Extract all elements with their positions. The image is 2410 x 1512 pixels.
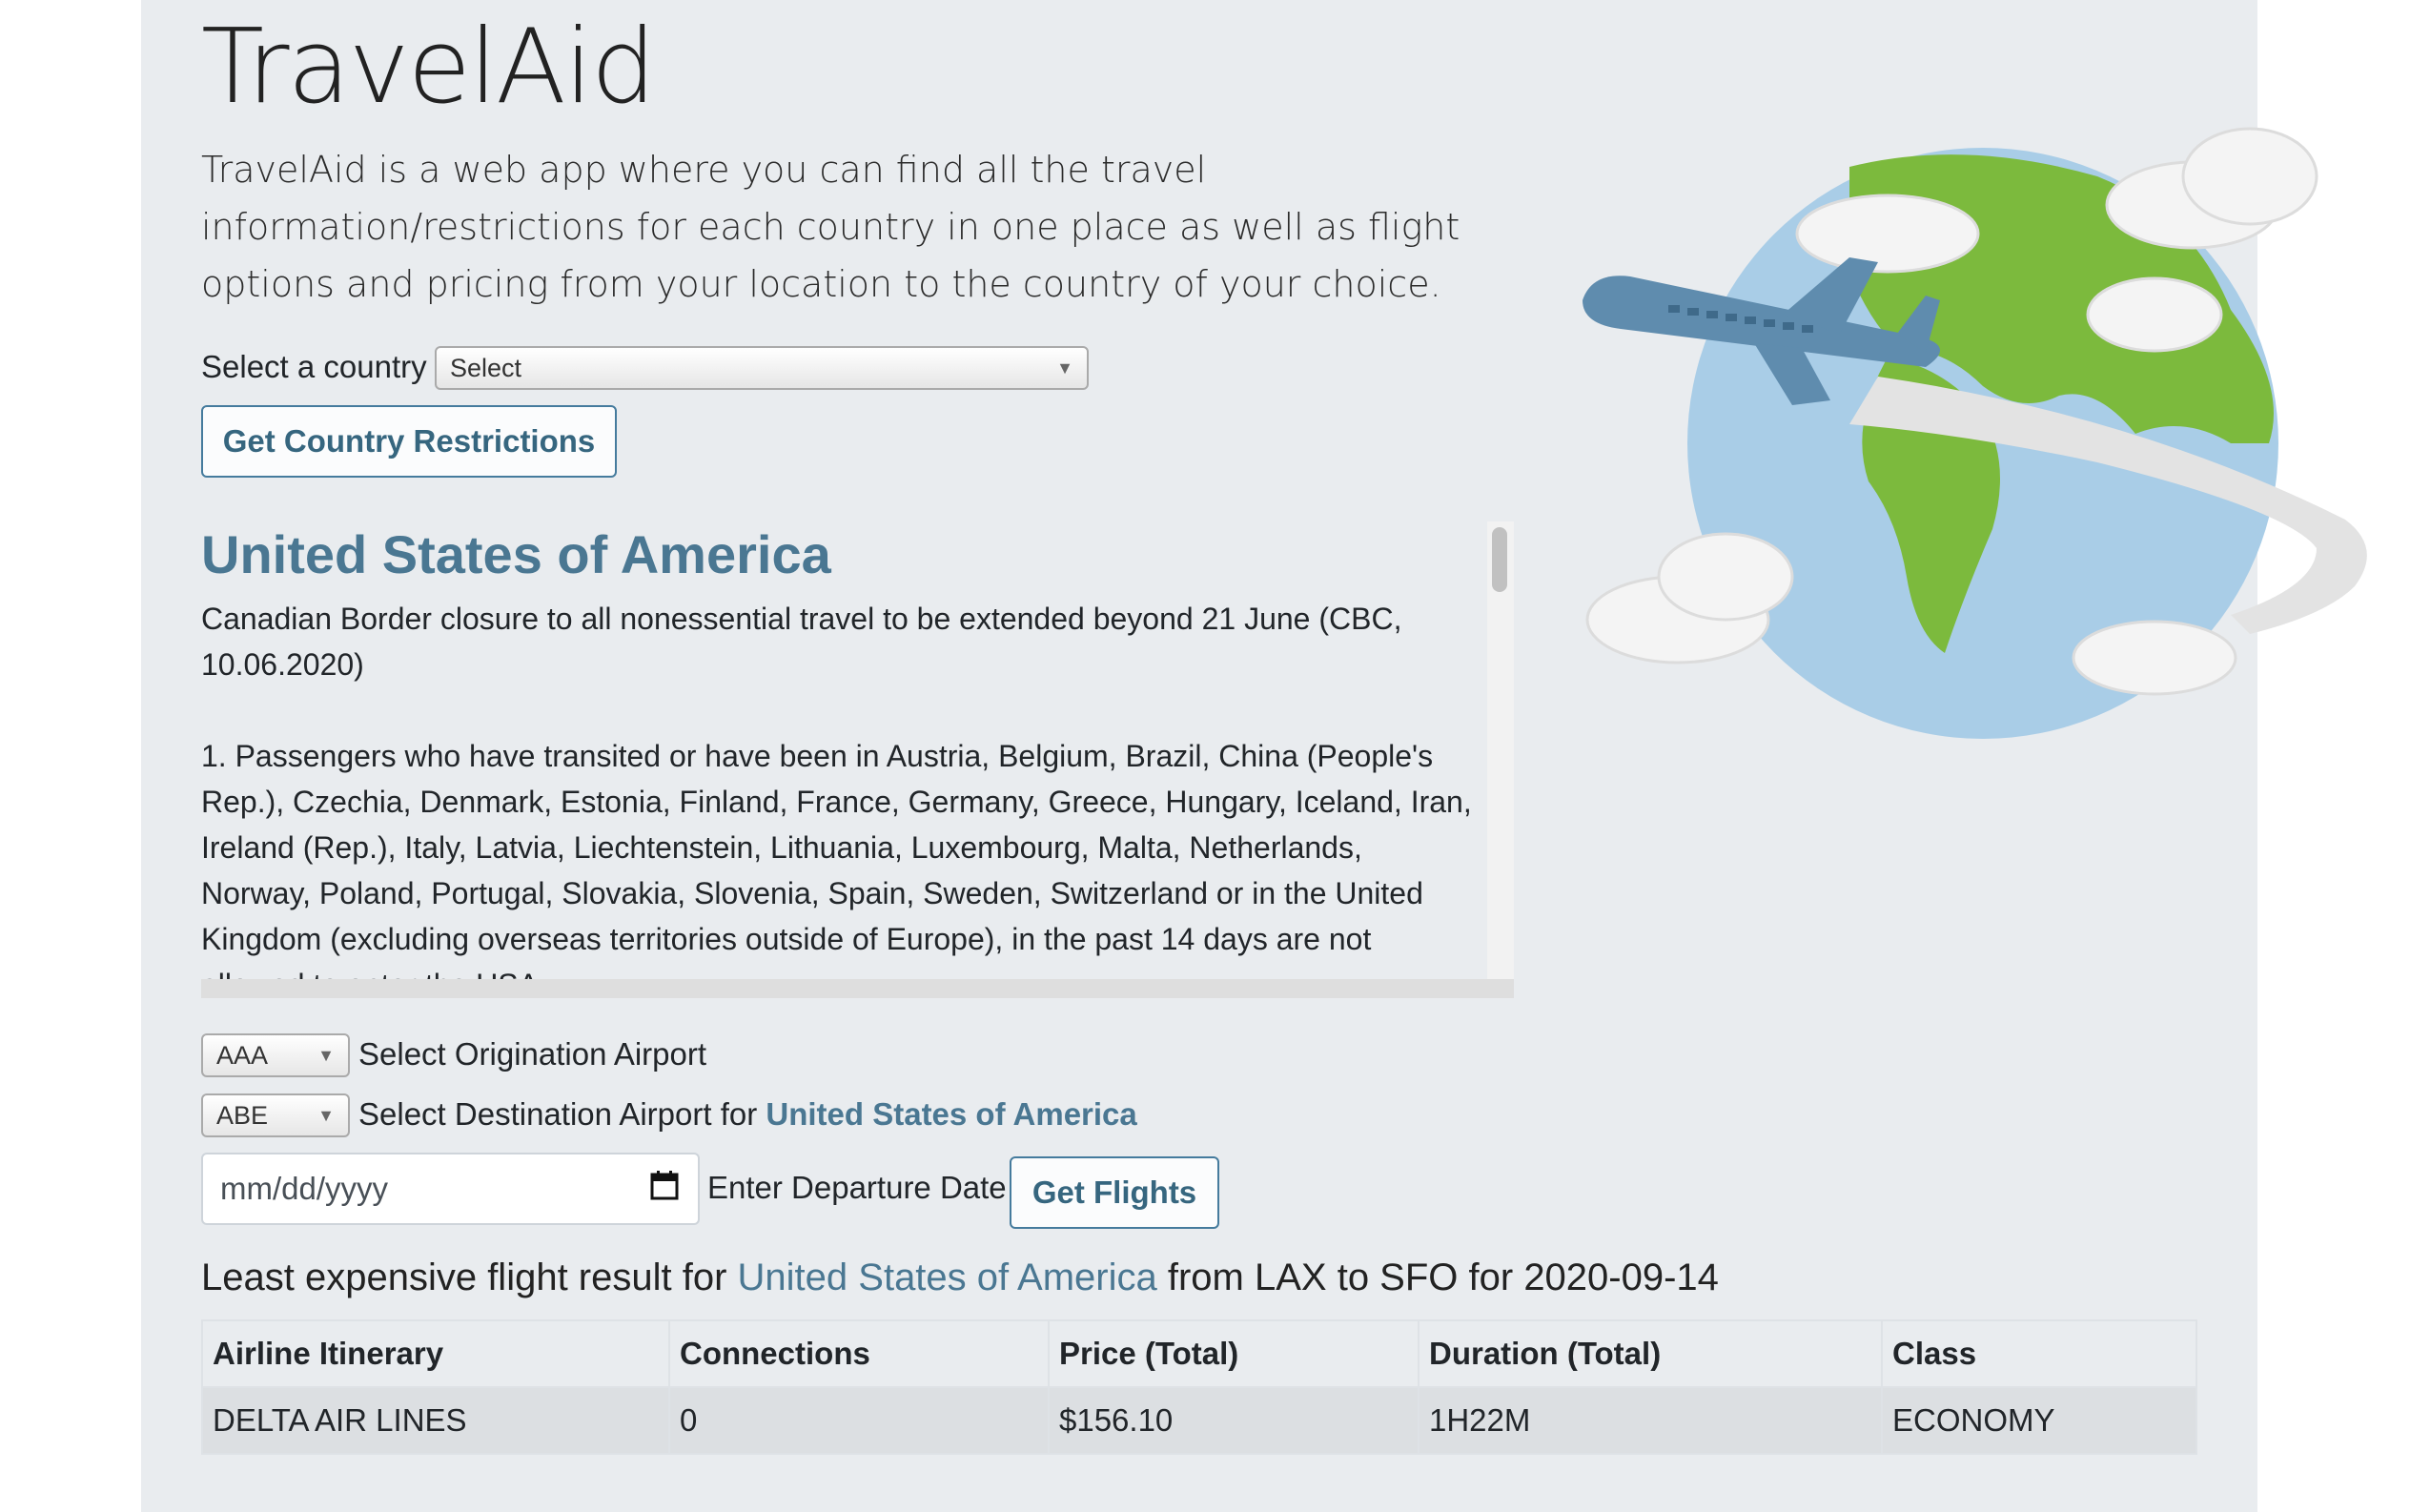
column-header: Duration (Total)	[1418, 1319, 1883, 1388]
table-header-row: Airline Itinerary Connections Price (Tot…	[201, 1319, 2197, 1388]
globe-airplane-illustration	[1583, 127, 2367, 739]
destination-airport-select[interactable]: ABE ▼	[201, 1093, 350, 1137]
destination-country: United States of America	[766, 1096, 1137, 1132]
result-suffix: from LAX to SFO for 2020-09-14	[1167, 1257, 1719, 1298]
restrictions-country-heading: United States of America	[201, 524, 831, 584]
get-flights-button[interactable]: Get Flights	[1010, 1156, 1219, 1229]
cell-airline: DELTA AIR LINES	[201, 1386, 670, 1455]
calendar-icon[interactable]	[650, 1170, 679, 1200]
restriction-paragraph: 1. Passengers who have transited or have…	[201, 739, 1472, 998]
destination-airport-value: ABE	[216, 1101, 269, 1130]
chevron-down-icon: ▼	[317, 1046, 335, 1065]
chevron-down-icon: ▼	[1056, 358, 1073, 378]
scrollbar-thumb[interactable]	[1492, 527, 1507, 592]
country-select[interactable]: Select ▼	[435, 346, 1089, 390]
chevron-down-icon: ▼	[317, 1106, 335, 1125]
column-header: Class	[1881, 1319, 2197, 1388]
destination-label-prefix: Select Destination Airport for	[358, 1096, 758, 1132]
flight-results-table: Airline Itinerary Connections Price (Tot…	[201, 1319, 2197, 1455]
restriction-paragraph: Canadian Border closure to all nonessent…	[201, 602, 1402, 682]
cell-class: ECONOMY	[1881, 1386, 2197, 1455]
flight-result-heading: Least expensive flight result for United…	[201, 1257, 1719, 1299]
cell-duration: 1H22M	[1418, 1386, 1883, 1455]
departure-date-label: Enter Departure Date	[707, 1170, 1007, 1205]
departure-date-placeholder: mm/dd/yyyy	[220, 1171, 389, 1206]
column-header: Price (Total)	[1048, 1319, 1419, 1388]
get-country-restrictions-button[interactable]: Get Country Restrictions	[201, 405, 617, 478]
destination-airport-label: Select Destination Airport for United St…	[358, 1096, 1137, 1133]
horizontal-scrollbar[interactable]	[201, 979, 1514, 998]
cell-price: $156.10	[1048, 1386, 1419, 1455]
app-description: TravelAid is a web app where you can fin…	[201, 149, 1460, 305]
origin-airport-label: Select Origination Airport	[358, 1036, 707, 1072]
origin-airport-select[interactable]: AAA ▼	[201, 1033, 350, 1077]
origin-airport-value: AAA	[216, 1041, 269, 1070]
restrictions-panel[interactable]: United States of America Canadian Border…	[201, 521, 1514, 998]
page-title: TravelAid	[201, 8, 656, 127]
restrictions-text: Canadian Border closure to all nonessent…	[201, 596, 1479, 998]
cell-connections: 0	[668, 1386, 1050, 1455]
table-row: DELTA AIR LINES 0 $156.10 1H22M ECONOMY	[201, 1386, 2197, 1455]
column-header: Airline Itinerary	[201, 1319, 670, 1388]
country-select-value: Select	[450, 354, 522, 382]
column-header: Connections	[668, 1319, 1050, 1388]
departure-date-input[interactable]: mm/dd/yyyy	[201, 1153, 700, 1225]
country-select-label: Select a country	[201, 349, 427, 384]
vertical-scrollbar[interactable]	[1487, 521, 1514, 998]
result-country: United States of America	[737, 1257, 1157, 1298]
result-prefix: Least expensive flight result for	[201, 1257, 727, 1298]
